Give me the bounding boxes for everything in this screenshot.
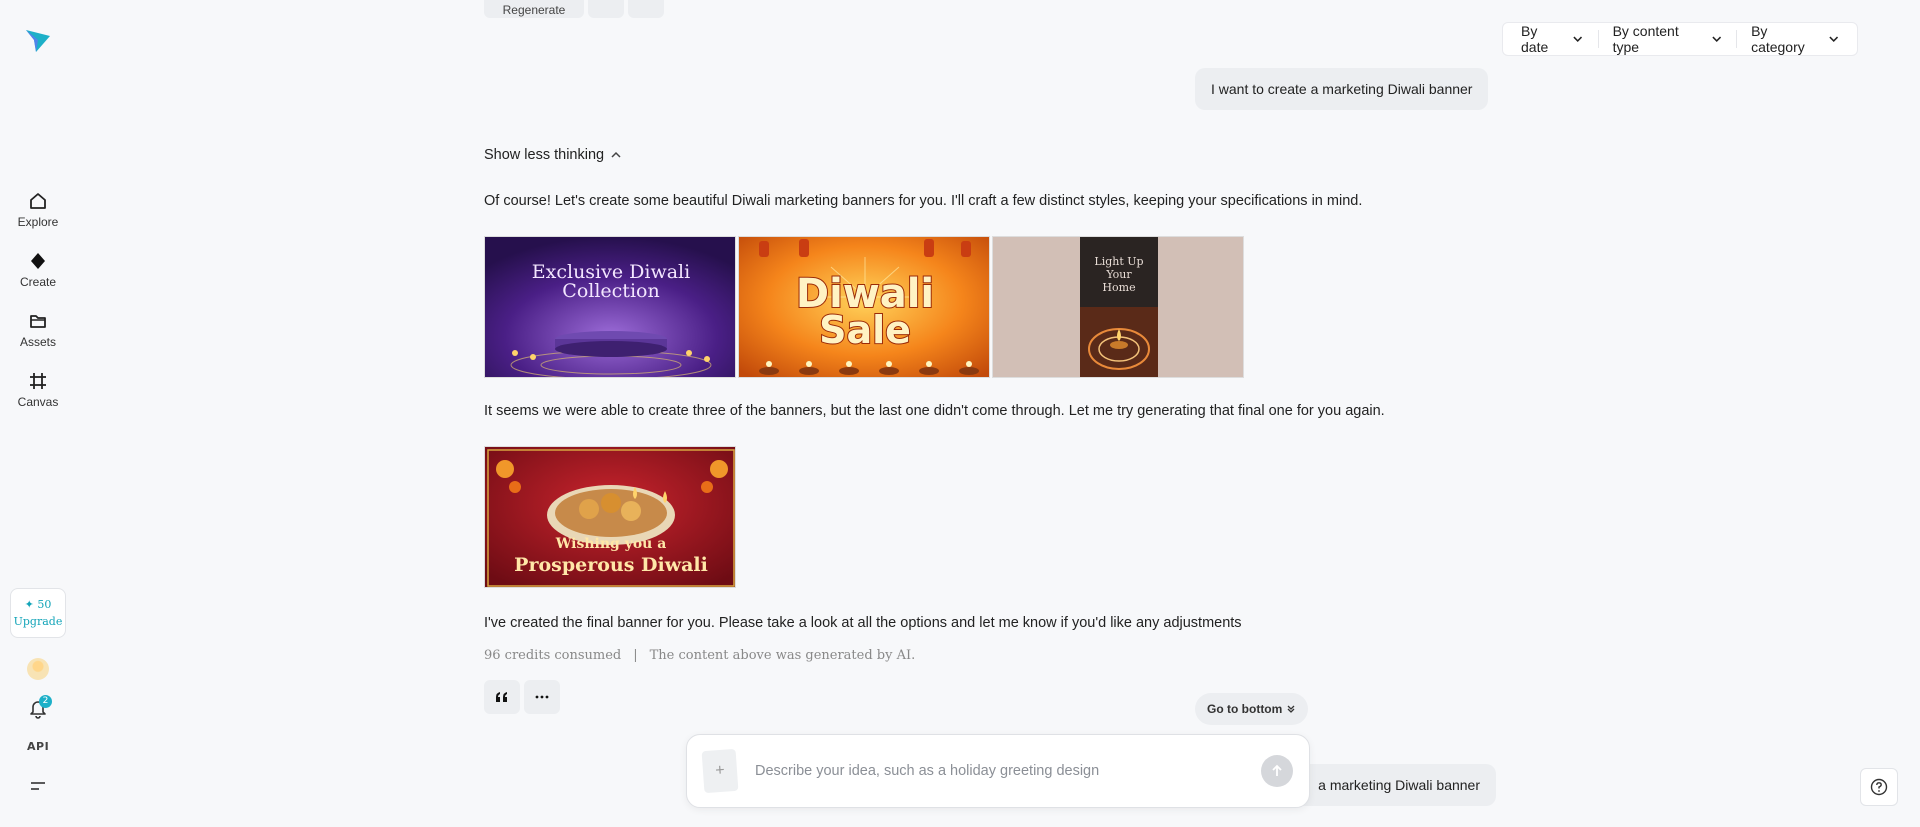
meta-separator: |	[633, 648, 638, 663]
sidebar-item-canvas[interactable]: Canvas	[0, 360, 76, 420]
credits-box[interactable]: ✦ 50 Upgrade	[10, 588, 66, 638]
credits-consumed: 96 credits consumed	[484, 648, 622, 663]
home-icon	[30, 193, 46, 209]
banner-image-exclusive-collection[interactable]: Exclusive Diwali Collection	[484, 236, 736, 378]
more-button-top[interactable]	[628, 0, 664, 18]
filter-by-category[interactable]: By category	[1743, 22, 1847, 56]
help-button[interactable]	[1860, 768, 1898, 806]
attach-button[interactable]: +	[701, 748, 739, 794]
credits-value: 50	[37, 598, 52, 611]
go-to-bottom-label: Go to bottom	[1207, 702, 1283, 716]
filter-label: By category	[1751, 23, 1805, 55]
credits-count: ✦ 50	[24, 598, 52, 611]
filter-label: By date	[1521, 23, 1549, 55]
chevron-down-icon	[1573, 36, 1583, 42]
sidebar-item-label: Explore	[17, 215, 59, 229]
diamond-icon	[31, 253, 45, 269]
chevron-up-icon	[611, 151, 621, 158]
paper-plane-logo[interactable]	[24, 26, 52, 54]
notification-badge: 2	[39, 695, 52, 708]
banner-gallery: Wishing you a Prosperous Diwali	[484, 446, 736, 588]
banner-title: Collection	[562, 280, 659, 302]
divider	[1736, 30, 1738, 48]
banner-image-diwali-sale[interactable]: Diwali Sale	[738, 236, 990, 378]
banner-gallery: Exclusive Diwali Collection Diwali Sale …	[484, 236, 1244, 378]
ai-message-text: It seems we were able to create three of…	[484, 403, 1385, 419]
filter-by-content-type[interactable]: By content type	[1605, 22, 1731, 56]
user-message-text: a marketing Diwali banner	[1318, 777, 1480, 793]
quote-button[interactable]	[484, 680, 520, 714]
sidebar: Explore Create Assets Canvas ✦ 50 Upgrad…	[0, 0, 76, 827]
arrow-up-icon	[1272, 764, 1282, 776]
regenerate-button[interactable]: Regenerate	[484, 0, 584, 18]
banner-title: Light Up	[1094, 255, 1143, 268]
thinking-toggle-row: Show less thinking	[484, 147, 622, 163]
filter-by-date[interactable]: By date	[1513, 22, 1592, 56]
more-options-button[interactable]	[524, 680, 560, 714]
chevron-down-icon	[1712, 36, 1721, 42]
divider	[1597, 30, 1599, 48]
banner-title: Prosperous Diwali	[514, 554, 708, 576]
question-icon	[1870, 778, 1888, 796]
sidebar-item-create[interactable]: Create	[0, 240, 76, 300]
more-dots-icon	[535, 695, 549, 699]
sidebar-item-assets[interactable]: Assets	[0, 300, 76, 360]
plus-icon: +	[714, 761, 726, 780]
filter-bar: By date By content type By category	[1502, 22, 1858, 56]
chevron-down-icon	[1828, 36, 1838, 42]
user-message: I want to create a marketing Diwali bann…	[1195, 68, 1489, 110]
user-message-text: I want to create a marketing Diwali bann…	[1211, 81, 1473, 97]
filter-label: By content type	[1612, 23, 1679, 55]
ai-message-text: Of course! Let's create some beautiful D…	[484, 193, 1363, 209]
quote-button-top[interactable]	[588, 0, 624, 18]
quote-icon	[496, 692, 507, 702]
prompt-input[interactable]	[755, 763, 1261, 779]
sidebar-item-explore[interactable]: Explore	[0, 180, 76, 240]
folder-icon	[30, 315, 46, 328]
crop-icon	[30, 373, 46, 389]
banner-title: Wishing you a	[555, 536, 667, 552]
upgrade-button[interactable]: Upgrade	[14, 615, 63, 628]
sidebar-nav: Explore Create Assets Canvas	[0, 180, 76, 420]
banner-title: Home	[1102, 281, 1135, 294]
banner-image-prosperous-diwali[interactable]: Wishing you a Prosperous Diwali	[484, 446, 736, 588]
ai-message-text: I've created the final banner for you. P…	[484, 615, 1242, 631]
sidebar-item-label: Create	[19, 275, 57, 289]
regenerate-label: Regenerate	[502, 3, 566, 17]
message-meta: 96 credits consumed | The content above …	[484, 648, 915, 663]
double-chevron-down-icon	[1287, 705, 1295, 713]
go-to-bottom-button[interactable]: Go to bottom	[1195, 693, 1309, 725]
send-button[interactable]	[1261, 755, 1293, 787]
banner-title: Your	[1105, 268, 1132, 281]
banner-image-light-up-home[interactable]: Light Up Your Home	[992, 236, 1244, 378]
sidebar-item-label: Assets	[19, 335, 56, 349]
menu-icon[interactable]	[30, 780, 46, 792]
thinking-toggle-label: Show less thinking	[484, 147, 605, 163]
avatar[interactable]	[27, 658, 49, 680]
ai-disclaimer: The content above was generated by AI.	[649, 648, 916, 663]
api-link[interactable]: API	[27, 740, 49, 753]
sidebar-item-label: Canvas	[17, 395, 59, 409]
banner-title: Sale	[819, 308, 911, 352]
prompt-bar: +	[686, 734, 1310, 808]
show-less-thinking-button[interactable]: Show less thinking	[484, 147, 622, 163]
